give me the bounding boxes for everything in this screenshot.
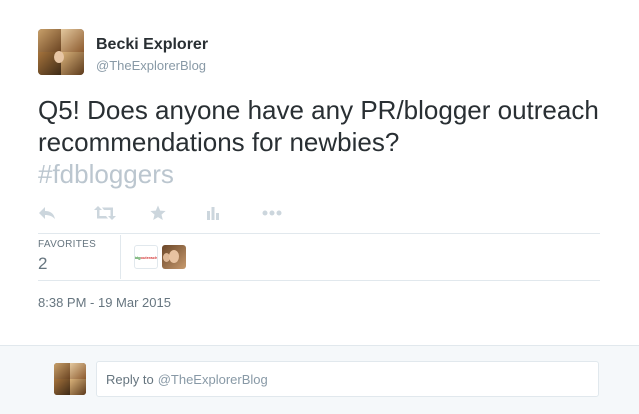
analytics-button[interactable] [206, 202, 262, 224]
tweet-timestamp[interactable]: 8:38 PM - 19 Mar 2015 [38, 295, 171, 310]
favorites-label[interactable]: FAVORITES [38, 239, 96, 250]
tweet-card: Becki Explorer @TheExplorerBlog Q5! Does… [0, 0, 639, 414]
more-dots-icon [262, 210, 282, 216]
tweet-text: Q5! Does anyone have any PR/blogger outr… [38, 94, 608, 190]
divider [38, 233, 600, 234]
reply-user-avatar [54, 363, 86, 395]
reply-icon [39, 207, 55, 219]
reply-area: Reply to @TheExplorerBlog [0, 345, 639, 414]
tweet-actions [38, 202, 318, 224]
reply-input[interactable]: Reply to @TheExplorerBlog [96, 361, 599, 397]
reply-placeholder-handle: @TheExplorerBlog [157, 371, 268, 387]
retweet-button[interactable] [94, 202, 150, 224]
profile-avatar[interactable] [38, 29, 84, 75]
stats-separator [120, 235, 121, 279]
profile-username[interactable]: @TheExplorerBlog [96, 58, 206, 73]
reply-placeholder-prefix: Reply to [106, 371, 154, 387]
retweet-icon [94, 206, 116, 220]
star-icon [150, 205, 166, 220]
more-button[interactable] [262, 202, 318, 224]
profile-fullname[interactable]: Becki Explorer [96, 36, 208, 54]
favoriter-logo-text-accent: outreach [140, 254, 158, 260]
reply-button[interactable] [38, 202, 94, 224]
favorite-button[interactable] [150, 202, 206, 224]
favoriter-avatar-bigoutreach[interactable]: big outreach [134, 245, 158, 269]
hashtag-link[interactable]: #fdbloggers [38, 159, 174, 189]
favorites-count[interactable]: 2 [38, 254, 47, 274]
favoriter-avatar-user[interactable] [162, 245, 186, 269]
divider [38, 280, 600, 281]
bar-chart-icon [207, 207, 219, 220]
tweet-body: Q5! Does anyone have any PR/blogger outr… [38, 95, 599, 157]
